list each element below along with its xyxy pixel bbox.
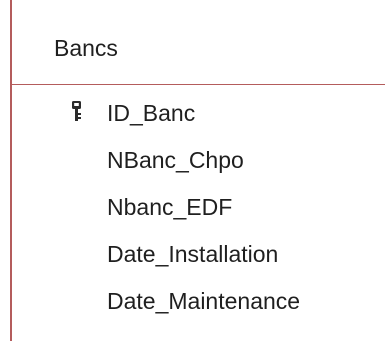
table-box-bancs[interactable]: Bancs ID_Banc NBanc_Chpo Nbanc_EDF Date_…: [10, 0, 385, 341]
field-row-date-maintenance[interactable]: Date_Maintenance: [12, 273, 385, 320]
table-title: Bancs: [54, 35, 118, 61]
field-row-nbanc-chpo[interactable]: NBanc_Chpo: [12, 132, 385, 179]
field-name: Nbanc_EDF: [107, 194, 233, 220]
field-name: NBanc_Chpo: [107, 147, 244, 173]
field-row-id-banc[interactable]: ID_Banc: [12, 85, 385, 132]
field-name: Date_Installation: [107, 241, 279, 267]
relationship-diagram-canvas: Bancs ID_Banc NBanc_Chpo Nbanc_EDF Date_…: [0, 0, 385, 341]
field-row-date-installation[interactable]: Date_Installation: [12, 226, 385, 273]
field-row-nbanc-edf[interactable]: Nbanc_EDF: [12, 179, 385, 226]
table-header[interactable]: Bancs: [12, 0, 385, 85]
field-name: ID_Banc: [107, 100, 196, 126]
key-icon: [70, 101, 84, 123]
field-name: Date_Maintenance: [107, 288, 301, 314]
field-list: ID_Banc NBanc_Chpo Nbanc_EDF Date_Instal…: [12, 85, 385, 320]
